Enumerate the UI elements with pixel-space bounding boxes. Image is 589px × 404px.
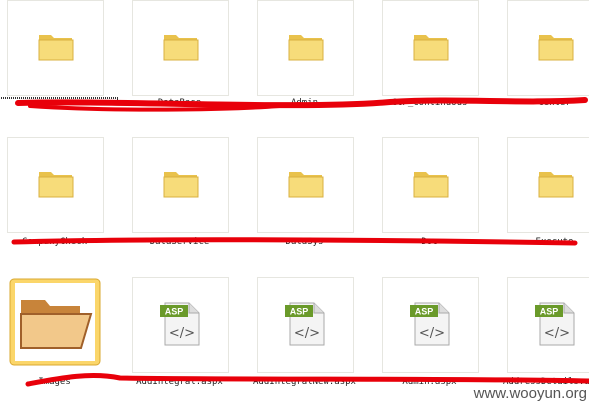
folder-item[interactable] [132, 0, 229, 96]
item-label[interactable]: Admin [242, 98, 367, 108]
item-label[interactable]: Center [492, 98, 589, 108]
svg-text:</>: </> [418, 326, 444, 341]
asp-file-item[interactable]: ASP </> [257, 277, 354, 373]
item-label[interactable]: DataSys [242, 237, 367, 247]
svg-text:ASP: ASP [289, 307, 308, 317]
asp-file-item[interactable]: ASP </> [507, 277, 589, 373]
asp-file-icon: ASP </> [157, 299, 205, 351]
svg-text:</>: </> [543, 326, 569, 341]
item-label[interactable]: Images [0, 377, 117, 387]
asp-file-icon: ASP </> [282, 299, 330, 351]
watermark: www.wooyun.org [473, 385, 587, 402]
asp-file-icon: ASP </> [532, 299, 580, 351]
folder-icon [287, 29, 325, 67]
folder-icon [162, 166, 200, 204]
folder-icon [412, 29, 450, 67]
asp-file-item[interactable]: ASP </> [382, 277, 479, 373]
svg-text:</>: </> [168, 326, 194, 341]
folder-item[interactable] [382, 137, 479, 233]
asp-file-item[interactable]: ASP </> [132, 277, 229, 373]
folder-icon [37, 29, 75, 67]
folder-item[interactable] [7, 0, 104, 96]
item-label[interactable]: Execute [492, 237, 589, 247]
svg-text:ASP: ASP [164, 307, 183, 317]
folder-icon [287, 166, 325, 204]
item-label[interactable]: AddIntegral.aspx [117, 377, 242, 387]
folder-icon [537, 29, 575, 67]
folder-item[interactable] [7, 277, 102, 371]
item-label[interactable]: AddIntegralNew.aspx [242, 377, 367, 387]
folder-item[interactable] [257, 137, 354, 233]
folder-icon [162, 29, 200, 67]
folder-icon [412, 166, 450, 204]
folder-item[interactable] [257, 0, 354, 96]
svg-text:</>: </> [293, 326, 319, 341]
folder-item[interactable] [507, 0, 589, 96]
item-label[interactable]: DataBase [117, 98, 242, 108]
item-label[interactable]: DataService [117, 237, 242, 247]
svg-text:ASP: ASP [539, 307, 558, 317]
folder-item[interactable] [132, 137, 229, 233]
asp-file-icon: ASP </> [407, 299, 455, 351]
folder-item[interactable] [382, 0, 479, 96]
folder-item[interactable] [7, 137, 104, 233]
svg-text:ASP: ASP [414, 307, 433, 317]
open-folder-icon [9, 278, 101, 370]
item-label[interactable]: Doc [367, 237, 492, 247]
folder-icon [37, 166, 75, 204]
item-label[interactable]: CCP_Continuous [367, 98, 492, 108]
item-label[interactable]: CompanyCheck [0, 237, 117, 247]
folder-item[interactable] [507, 137, 589, 233]
folder-icon [537, 166, 575, 204]
